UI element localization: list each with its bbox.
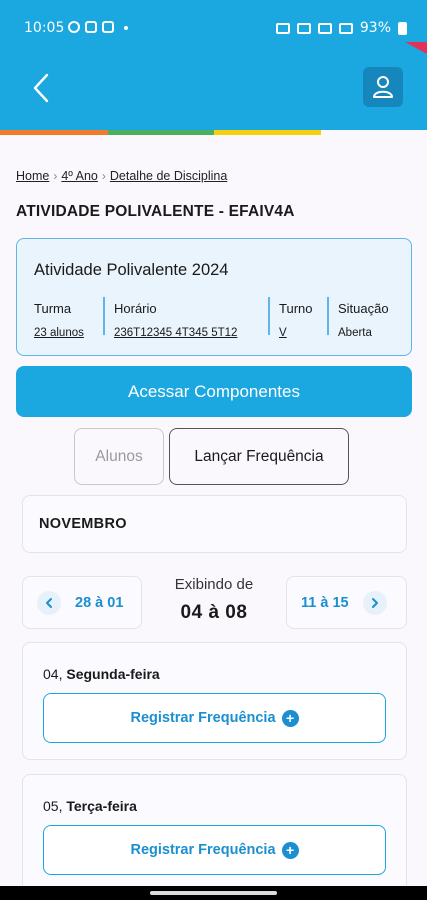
signal-icon: [338, 22, 353, 34]
register-attendance-label: Registrar Frequência: [130, 842, 276, 858]
battery-percent: 93%: [359, 20, 391, 36]
horario-label: Horário: [114, 301, 157, 316]
notification-icons: [68, 21, 128, 33]
next-week-button[interactable]: 11 à 15: [286, 576, 407, 629]
turno-label: Turno: [279, 301, 313, 316]
breadcrumb-grade[interactable]: 4º Ano: [61, 169, 98, 183]
chevron-left-icon: [37, 590, 61, 615]
day-number: 04,: [43, 666, 63, 682]
back-button[interactable]: [28, 72, 56, 104]
horario-value[interactable]: 236T12345 4T345 5T12: [114, 327, 237, 339]
situacao-value: Aberta: [338, 327, 372, 339]
register-attendance-button[interactable]: Registrar Frequência +: [43, 825, 386, 875]
status-time: 10:05: [24, 20, 65, 36]
plus-circle-icon: +: [281, 709, 299, 727]
whatsapp-icon: [68, 21, 80, 33]
column-divider: [327, 297, 329, 335]
breadcrumb: Home › 4º Ano › Detalhe de Disciplina: [16, 169, 227, 183]
month-label: NOVEMBRO: [39, 516, 127, 532]
stripe-green: [108, 130, 214, 135]
sim-icon: [102, 21, 114, 33]
tab-alunos[interactable]: Alunos: [74, 428, 164, 485]
home-handle[interactable]: [150, 891, 277, 895]
discipline-title: Atividade Polivalente 2024: [34, 261, 229, 279]
breadcrumb-discipline[interactable]: Detalhe de Disciplina: [110, 169, 227, 183]
system-navigation-bar: [0, 886, 427, 900]
discipline-info-card: Atividade Polivalente 2024 Turma 23 alun…: [16, 238, 412, 356]
column-divider: [268, 297, 270, 335]
day-card: 04, Segunda-feira Registrar Frequência +: [22, 642, 407, 760]
chevron-left-icon: [33, 73, 49, 103]
profile-button[interactable]: [363, 67, 403, 107]
register-attendance-button[interactable]: Registrar Frequência +: [43, 693, 386, 743]
status-bar: 10:05 93%: [0, 0, 427, 58]
user-icon: [373, 76, 393, 98]
turma-label: Turma: [34, 301, 72, 316]
day-name: Terça-feira: [66, 798, 137, 814]
tab-lancar-frequencia[interactable]: Lançar Frequência: [169, 428, 349, 485]
chevron-right-icon: ›: [53, 169, 58, 183]
link-icon: [275, 22, 290, 34]
current-week: Exibindo de 04 à 08: [150, 576, 278, 624]
plus-circle-icon: +: [281, 841, 299, 859]
app-header: 10:05 93%: [0, 0, 427, 130]
more-dot-icon: [124, 26, 128, 30]
day-number: 05,: [43, 798, 63, 814]
day-label: 05, Terça-feira: [43, 798, 137, 814]
horario-column: Horário 236T12345 4T345 5T12: [114, 301, 237, 339]
current-week-range: 04 à 08: [180, 602, 248, 623]
turno-column: Turno V: [279, 301, 312, 339]
message-icon: [85, 21, 97, 33]
register-attendance-label: Registrar Frequência: [130, 710, 276, 726]
turma-value[interactable]: 23 alunos: [34, 327, 84, 339]
turno-value[interactable]: V: [279, 327, 312, 339]
chevron-right-icon: [362, 590, 387, 615]
previous-week-label: 28 à 01: [75, 594, 124, 611]
next-week-label: 11 à 15: [301, 594, 349, 611]
column-divider: [103, 297, 105, 335]
stripe-orange: [0, 130, 108, 135]
day-label: 04, Segunda-feira: [43, 666, 160, 682]
system-icons: 93%: [275, 20, 407, 36]
situacao-column: Situação Aberta: [338, 301, 389, 339]
battery-icon: [398, 21, 407, 35]
chevron-right-icon: ›: [101, 169, 106, 183]
week-caption: Exibindo de: [174, 576, 254, 593]
stripe-yellow: [214, 130, 321, 135]
situacao-label: Situação: [338, 301, 389, 316]
day-name: Segunda-feira: [66, 666, 160, 682]
wifi-icon: [317, 22, 332, 34]
day-card: 05, Terça-feira Registrar Frequência +: [22, 774, 407, 894]
previous-week-button[interactable]: 28 à 01: [22, 576, 142, 629]
turma-column: Turma 23 alunos: [34, 301, 84, 339]
month-card: NOVEMBRO: [22, 495, 407, 553]
breadcrumb-home[interactable]: Home: [16, 169, 49, 183]
accent-corner: [405, 42, 427, 54]
mute-icon: [296, 22, 311, 34]
access-components-button[interactable]: Acessar Componentes: [16, 366, 412, 417]
page-title: ATIVIDADE POLIVALENTE - EFAIV4A: [16, 203, 295, 220]
